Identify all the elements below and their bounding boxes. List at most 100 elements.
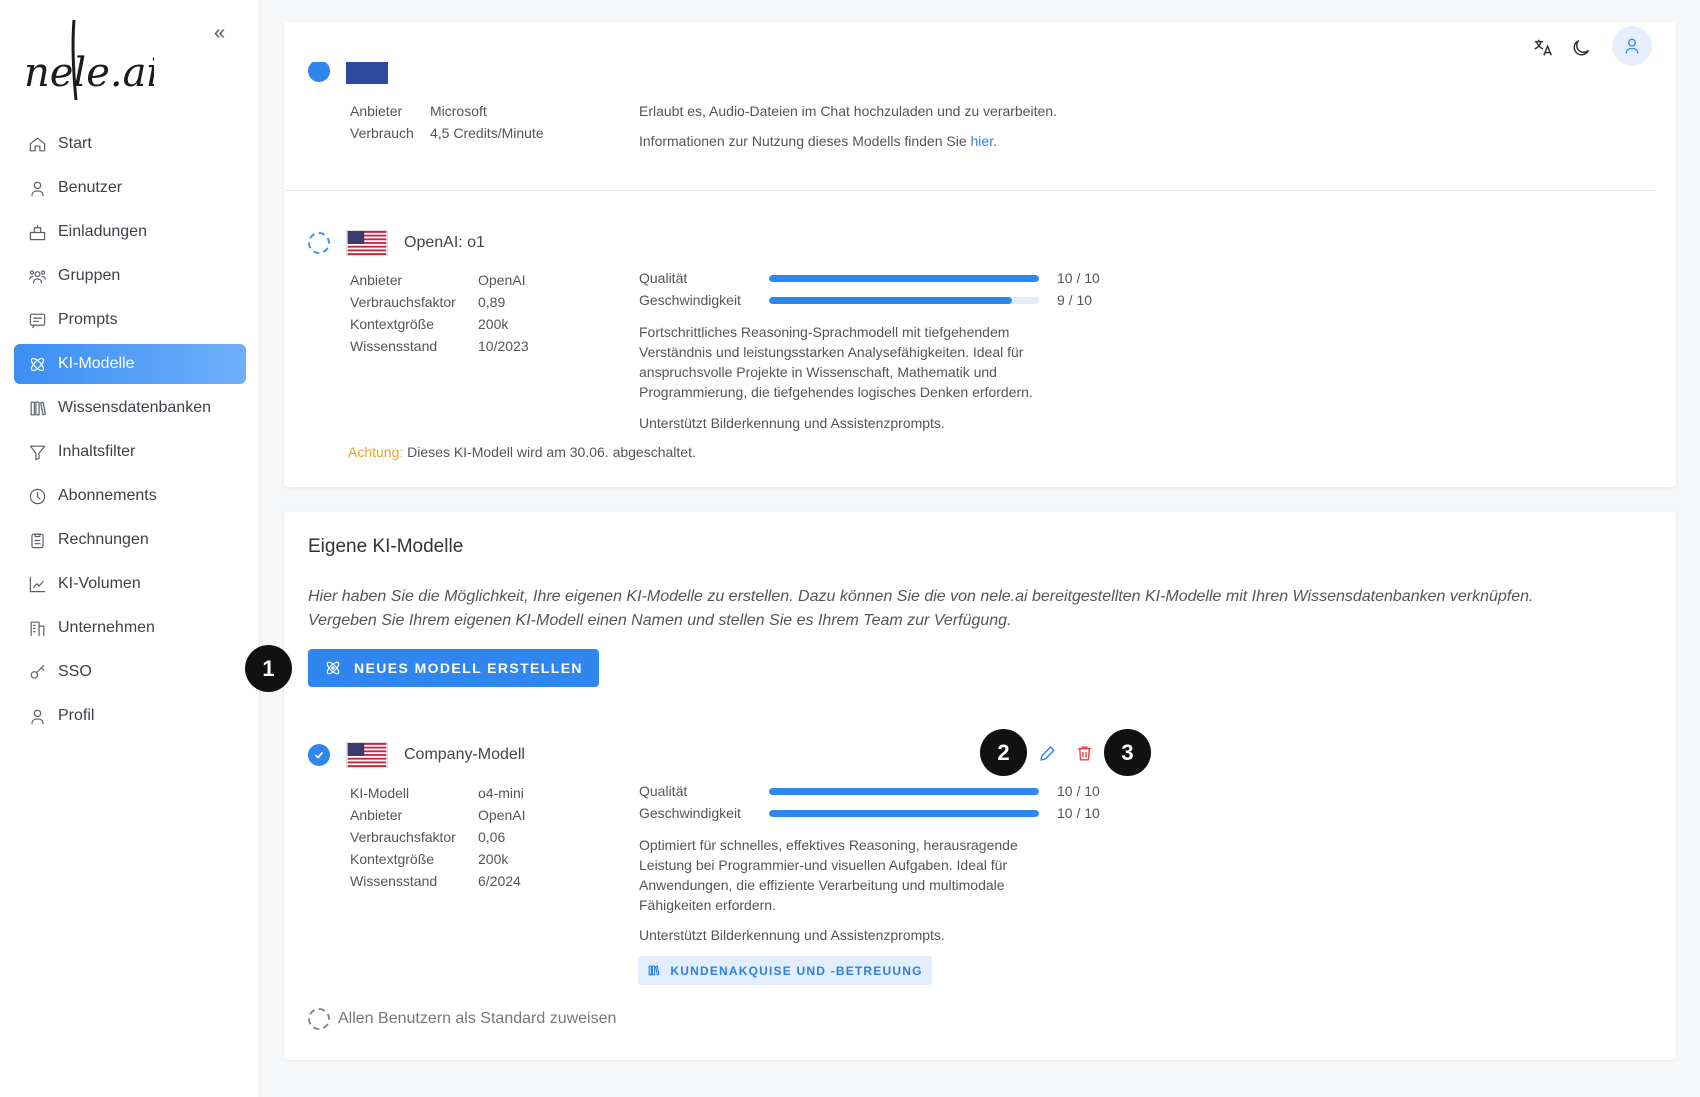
sidebar-item-label: KI-Volumen <box>58 575 141 592</box>
invite-icon <box>29 224 46 240</box>
field-label: Verbrauchsfaktor <box>350 829 456 845</box>
check-icon <box>314 751 324 759</box>
audio-model-details: Anbieter Microsoft Verbrauch 4,5 Credits/M… <box>350 100 544 144</box>
model-support: Unterstützt Bilderkennung und Assistenzp… <box>639 415 945 431</box>
quality-label: Qualität <box>639 270 688 286</box>
field-label: Verbrauch <box>350 125 414 141</box>
model-o1-details: Anbieter OpenAI Verbrauchsfaktor 0,89 Kontex… <box>350 269 529 357</box>
speed-rating: Geschwindigkeit 10 / 10 <box>639 805 1100 821</box>
custom-model-details: KI-Modell o4-mini Anbieter OpenAI Verbrauchs… <box>350 782 525 892</box>
atom-icon <box>326 661 340 675</box>
model-description: Fortschrittliches Reasoning-Sprachmodell… <box>639 324 1033 400</box>
home-icon <box>29 137 46 151</box>
custom-model-header: Company-Modell <box>308 742 525 768</box>
sidebar-item-ki-modelle[interactable]: KI-Modelle <box>14 344 246 384</box>
sidebar-item-prompts[interactable]: Prompts <box>14 300 246 340</box>
sidebar-item-benutzer[interactable]: Benutzer <box>14 168 246 208</box>
default-radio[interactable] <box>308 1008 330 1030</box>
section-title: Eigene KI-Modelle <box>308 536 464 557</box>
collapse-sidebar-icon[interactable]: « <box>214 22 225 45</box>
edit-pencil-icon[interactable] <box>1038 744 1057 763</box>
sidebar-item-label: Profil <box>58 707 95 724</box>
speed-label: Geschwindigkeit <box>639 292 741 308</box>
sidebar-item-profil[interactable]: Profil <box>14 696 246 736</box>
clock-icon <box>29 488 46 504</box>
nele-ai-logo[interactable]: nele.ai <box>24 14 154 104</box>
selected-model-radio[interactable] <box>308 744 330 766</box>
field-label: KI-Modell <box>350 785 410 801</box>
sidebar-item-label: Prompts <box>58 311 118 328</box>
us-flag-icon <box>346 742 388 768</box>
quality-bar-fill <box>769 787 1039 795</box>
sidebar-item-label: Benutzer <box>58 179 123 196</box>
speed-bar-fill <box>769 296 1012 304</box>
user-icon <box>31 181 44 196</box>
filter-icon <box>29 445 46 460</box>
field-value: 4,5 Credits/Minute <box>430 125 544 141</box>
deprecation-warning: Achtung: Dieses KI-Modell wird am 30.06.… <box>348 442 696 462</box>
field-label: Anbieter <box>350 103 403 119</box>
info-suffix: . <box>993 133 997 149</box>
sidebar-item-sso[interactable]: SSO <box>14 652 246 692</box>
create-model-button[interactable]: NEUES MODELL ERSTELLEN <box>308 649 599 687</box>
field-label: Anbieter <box>350 807 403 823</box>
speed-bar <box>769 296 1039 304</box>
info-text: Informationen zur Nutzung dieses Modells… <box>639 133 971 149</box>
sidebar-item-einladungen[interactable]: Einladungen <box>14 212 246 252</box>
model-o1-header: OpenAI: o1 <box>308 230 485 256</box>
sidebar-item-label: KI-Modelle <box>58 355 135 372</box>
field-value: 200k <box>478 316 509 332</box>
speed-value: 10 / 10 <box>1057 805 1100 821</box>
marker-2: 2 <box>980 729 1027 776</box>
field-value: OpenAI <box>478 807 526 823</box>
sidebar-item-rechnungen[interactable]: Rechnungen <box>14 520 246 560</box>
sidebar: nele.ai « Start Benutzer Einladungen Gruppe… <box>0 0 260 1097</box>
select-model-radio[interactable] <box>308 232 330 254</box>
warning-label: Achtung: <box>348 444 404 460</box>
field-value: Microsoft <box>430 103 487 119</box>
sidebar-item-label: SSO <box>58 663 92 680</box>
sidebar-item-label: Wissensdatenbanken <box>58 399 211 416</box>
model-list-card <box>284 22 1676 487</box>
user-avatar[interactable] <box>1612 26 1652 66</box>
field-value: 6/2024 <box>478 873 521 889</box>
atom-icon <box>30 357 45 371</box>
marker-3: 3 <box>1104 729 1151 776</box>
knowledge-base-chip[interactable]: KUNDENAKQUISE UND -BETREUUNG <box>638 956 932 985</box>
divider <box>284 190 1654 191</box>
field-value: 10/2023 <box>478 338 529 354</box>
sidebar-item-inhaltsfilter[interactable]: Inhaltsfilter <box>14 432 246 472</box>
quality-value: 10 / 10 <box>1057 783 1100 799</box>
group-icon <box>28 269 47 283</box>
sidebar-item-wissensdatenbanken[interactable]: Wissensdatenbanken <box>14 388 246 428</box>
default-assign-option[interactable]: Allen Benutzern als Standard zuweisen <box>308 1008 616 1030</box>
speed-bar-fill <box>769 809 1039 817</box>
dark-mode-icon[interactable] <box>1570 37 1592 59</box>
audio-model-radio[interactable] <box>308 62 330 82</box>
sidebar-item-label: Unternehmen <box>58 619 155 636</box>
speed-bar <box>769 809 1039 817</box>
field-label: Kontextgröße <box>350 316 435 332</box>
sidebar-nav: Start Benutzer Einladungen Gruppen Prompts KI… <box>14 124 246 740</box>
speed-value: 9 / 10 <box>1057 292 1093 308</box>
sidebar-item-label: Einladungen <box>58 223 147 240</box>
speed-rating: Geschwindigkeit 9 / 10 <box>639 292 1092 308</box>
us-flag-icon <box>346 230 388 256</box>
sidebar-item-ki-volumen[interactable]: KI-Volumen <box>14 564 246 604</box>
user-icon <box>31 709 44 724</box>
translate-icon[interactable] <box>1532 37 1554 59</box>
sidebar-item-abonnements[interactable]: Abonnements <box>14 476 246 516</box>
sidebar-item-gruppen[interactable]: Gruppen <box>14 256 246 296</box>
warning-text: Dieses KI-Modell wird am 30.06. abgescha… <box>403 444 696 460</box>
create-model-label: NEUES MODELL ERSTELLEN <box>354 660 583 676</box>
sidebar-item-unternehmen[interactable]: Unternehmen <box>14 608 246 648</box>
info-link[interactable]: hier <box>971 133 994 149</box>
sidebar-item-label: Start <box>58 135 92 152</box>
books-icon <box>30 401 47 415</box>
delete-trash-icon[interactable] <box>1075 744 1094 763</box>
sidebar-item-start[interactable]: Start <box>14 124 246 164</box>
field-value: 200k <box>478 851 509 867</box>
prompt-icon <box>29 313 46 328</box>
books-icon <box>648 965 660 976</box>
quality-bar <box>769 787 1039 795</box>
